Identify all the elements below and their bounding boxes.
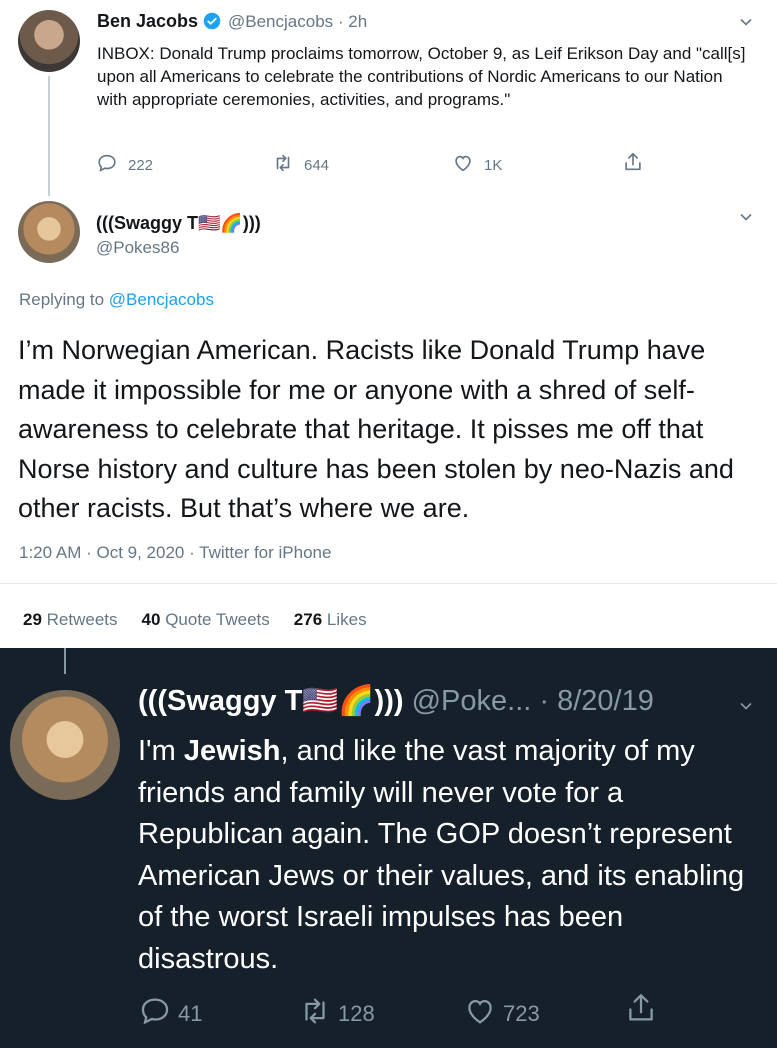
author-handle[interactable]: @Pokes86 (96, 238, 179, 258)
author-handle[interactable]: @Poke... · 8/20/19 (412, 685, 654, 717)
tweet-text-rest: , and like the vast majority of my frien… (138, 735, 745, 975)
quote-tweets-stat[interactable]: 40 Quote Tweets (142, 610, 270, 630)
share-button[interactable] (624, 991, 658, 1031)
share-icon (624, 991, 658, 1031)
divider (0, 583, 777, 584)
reply-button[interactable]: 222 (96, 152, 153, 178)
likes-label: Likes (326, 610, 367, 629)
reply-icon (96, 152, 118, 178)
reply-button[interactable]: 41 (138, 994, 202, 1034)
retweet-button[interactable]: 644 (272, 152, 329, 178)
author-name[interactable]: (((Swaggy T🇺🇸🌈))) (138, 685, 404, 717)
thread-connector (48, 76, 50, 196)
retweets-stat[interactable]: 29 Retweets (23, 610, 118, 630)
retweet-count: 644 (304, 156, 330, 174)
replying-to-link[interactable]: @Bencjacobs (109, 290, 214, 309)
reply-count: 222 (128, 156, 154, 174)
like-button[interactable]: 1K (452, 152, 502, 178)
chevron-down-icon[interactable] (740, 16, 752, 28)
retweet-count: 128 (338, 1001, 375, 1026)
tweet-text: I’m Norwegian American. Racists like Don… (18, 335, 734, 523)
avatar[interactable] (18, 201, 80, 263)
engagement-stats: 29 Retweets 40 Quote Tweets 276 Likes (23, 610, 367, 630)
retweet-icon (298, 994, 332, 1034)
tweet-timestamp[interactable]: 1:20 AM · Oct 9, 2020 · Twitter for iPho… (19, 543, 331, 563)
avatar[interactable] (18, 10, 80, 72)
thread-connector (64, 648, 66, 674)
tweet-text: I'm Jewish, and like the vast majority o… (138, 731, 768, 980)
likes-count: 276 (293, 610, 323, 629)
replying-to-label: Replying to (19, 290, 105, 309)
author-name[interactable]: (((Swaggy T🇺🇸🌈))) (96, 213, 261, 234)
chevron-down-icon[interactable] (740, 700, 752, 712)
replying-to: Replying to @Bencjacobs (19, 290, 214, 310)
retweets-label: Retweets (46, 610, 118, 629)
avatar[interactable] (10, 690, 120, 800)
retweet-button[interactable]: 128 (298, 994, 375, 1034)
reply-count: 41 (178, 1001, 203, 1026)
heart-icon (452, 152, 474, 178)
heart-icon (463, 994, 497, 1034)
reply-icon (138, 994, 172, 1034)
retweet-icon (272, 152, 294, 178)
quotes-label: Quote Tweets (165, 610, 270, 629)
author-handle[interactable]: @Bencjacobs · 2h (228, 12, 367, 32)
tweet-text: INBOX: Donald Trump proclaims tomorrow, … (97, 44, 746, 109)
verified-badge-icon (203, 12, 221, 30)
quotes-count: 40 (141, 610, 161, 629)
author-name[interactable]: Ben Jacobs (97, 11, 198, 32)
tweet-text-bold: Jewish (183, 735, 281, 767)
chevron-down-icon[interactable] (740, 211, 752, 223)
retweets-count: 29 (23, 610, 42, 629)
tweet-header: (((Swaggy T🇺🇸🌈))) @Poke... · 8/20/19 (138, 684, 654, 718)
share-button[interactable] (622, 151, 644, 177)
like-count: 1K (484, 156, 503, 174)
tweet-text-prefix: I'm (138, 735, 184, 767)
likes-stat[interactable]: 276 Likes (294, 610, 367, 630)
like-button[interactable]: 723 (463, 994, 540, 1034)
share-icon (622, 151, 644, 177)
like-count: 723 (503, 1001, 540, 1026)
